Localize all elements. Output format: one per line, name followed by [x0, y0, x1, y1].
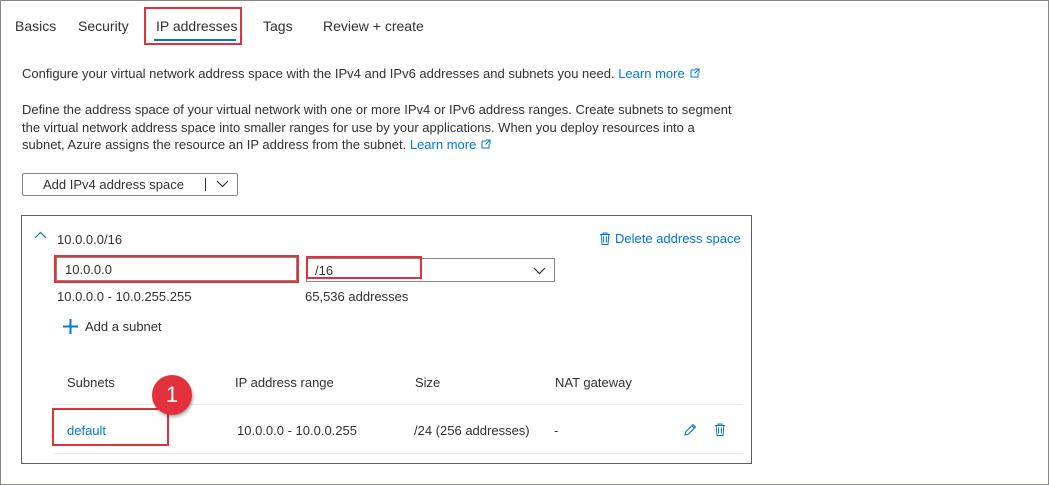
add-subnet-button[interactable]: Add a subnet [63, 319, 162, 334]
col-header-size: Size [415, 375, 441, 390]
address-input[interactable]: 10.0.0.0 [56, 257, 297, 281]
delete-address-space-label: Delete address space [615, 231, 741, 246]
subnet-nat-gateway: - [554, 423, 559, 438]
subnet-size: /24 (256 addresses) [414, 423, 530, 438]
description-learn-more-link[interactable]: Learn more [410, 137, 491, 152]
description-line-2: the virtual network address space into s… [22, 120, 695, 135]
col-header-subnets: Subnets [67, 375, 115, 390]
intro-learn-more-link[interactable]: Learn more [618, 66, 700, 81]
description-line-1: Define the address space of your virtual… [22, 102, 732, 117]
callout-badge: 1 [152, 375, 192, 415]
description-learn-more-label: Learn more [409, 137, 477, 152]
table-row-bottom-line [53, 453, 743, 454]
tab-tags[interactable]: Tags [263, 18, 293, 34]
delete-address-space-button[interactable]: Delete address space [599, 231, 741, 246]
tab-ip-addresses[interactable]: IP addresses [156, 18, 237, 34]
address-input-value: 10.0.0.0 [65, 262, 112, 277]
page-frame: Basics Security IP addresses Tags Review… [0, 0, 1049, 485]
add-subnet-label: Add a subnet [85, 319, 162, 334]
tab-basics[interactable]: Basics [15, 18, 56, 34]
col-header-nat-gateway: NAT gateway [555, 375, 632, 390]
subnet-name-link[interactable]: default [67, 423, 106, 438]
address-space-card [21, 215, 752, 464]
active-tab-indicator [154, 39, 236, 41]
external-link-icon [481, 139, 491, 149]
subnet-ip-range: 10.0.0.0 - 10.0.0.255 [237, 423, 357, 438]
intro-learn-more-label: Learn more [618, 66, 685, 81]
intro-sentence: Configure your virtual network address s… [22, 66, 615, 81]
prefix-select-value: /16 [315, 263, 334, 278]
chevron-up-icon[interactable] [34, 231, 47, 239]
trash-icon[interactable] [714, 423, 726, 436]
add-ipv4-address-space-button[interactable]: Add IPv4 address space [22, 173, 238, 196]
tab-review-create[interactable]: Review + create [323, 18, 424, 34]
description-line-3-container: subnet, Azure assigns the resource an IP… [22, 136, 491, 154]
plus-icon [63, 319, 78, 334]
address-range-text: 10.0.0.0 - 10.0.255.255 [57, 289, 192, 304]
external-link-icon [690, 68, 700, 78]
chevron-down-icon[interactable] [216, 180, 229, 188]
trash-icon [600, 232, 610, 245]
split-separator [205, 178, 206, 191]
address-count-text: 65,536 addresses [305, 289, 409, 304]
col-header-ip-range: IP address range [235, 375, 334, 390]
add-address-space-label: Add IPv4 address space [43, 177, 184, 192]
description-line-3: subnet, Azure assigns the resource an IP… [22, 137, 407, 152]
address-space-title: 10.0.0.0/16 [57, 232, 123, 247]
edit-pencil-icon[interactable] [683, 423, 697, 437]
intro-text: Configure your virtual network address s… [22, 65, 700, 83]
tab-security[interactable]: Security [78, 18, 129, 34]
prefix-select[interactable]: /16 [306, 258, 555, 282]
chevron-down-icon [533, 267, 546, 275]
